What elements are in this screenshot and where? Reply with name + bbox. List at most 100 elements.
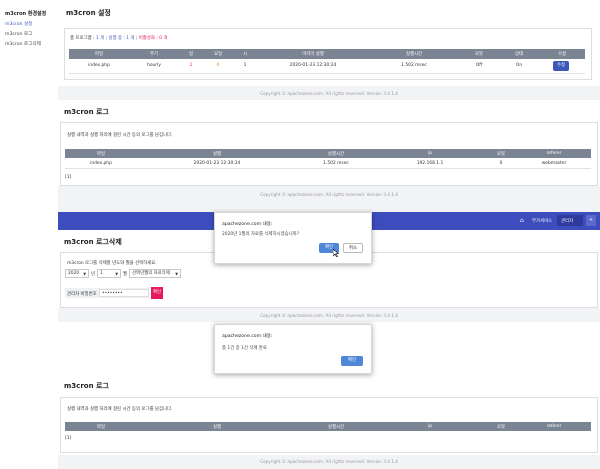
pagination[interactable]: [1] xyxy=(65,175,71,180)
footer-text: Copyright © apachezone.com. All rights r… xyxy=(260,459,398,464)
row-exec-time: 1.502 msec xyxy=(401,63,427,68)
year-select[interactable]: 2020 ▼ xyxy=(65,269,89,278)
log2-col-ip: ip xyxy=(427,424,432,429)
footer-band-4: Copyright © apachezone.com. All rights r… xyxy=(58,455,600,469)
log-table-header: 파일 실행 실행시간 ip 로봇 referer xyxy=(65,149,591,158)
settings-panel: m3cron 설정 총 프로그램 : 1 개 | 실행 중 : 1 개 | 비활… xyxy=(58,0,598,86)
month-select[interactable]: 1 ▼ xyxy=(97,269,121,278)
log-row-robot: 0 xyxy=(499,161,503,166)
footer-text: Copyright © apachezone.com. All rights r… xyxy=(260,192,398,197)
col-edit: 수정 xyxy=(557,52,567,57)
log2-col-robot: 로봇 xyxy=(496,425,506,430)
col-last-run: 마지막 실행 xyxy=(302,52,324,57)
nav-admin-box[interactable]: 관리자 xyxy=(557,215,583,226)
table-row: index.php 2020-01-23 12:30:24 1.502 msec… xyxy=(65,158,591,169)
log-row-referer: webmaster xyxy=(541,161,567,166)
sidebar: m3cron 환경설정 m3cron 설정 m3cron 로그 m3cron 로… xyxy=(0,0,56,469)
chevron-down-icon: ▼ xyxy=(83,272,86,276)
log-panel: m3cron 로그 실행 내역과 실행 처리에 걸린 시간 등의 로그를 남깁니… xyxy=(58,100,598,186)
summary-total: 1 개 xyxy=(95,36,105,41)
log-col-referer: referer xyxy=(546,151,562,156)
nav-link-admin[interactable]: 관리자 xyxy=(561,218,573,224)
month-value: 1 xyxy=(100,271,103,276)
col-weekday: 요일 xyxy=(213,52,223,57)
col-day: 일 xyxy=(188,52,194,57)
log-table-header-2: 파일 실행 실행시간 ip 로봇 referer xyxy=(65,422,591,431)
chevron-down-icon: ▼ xyxy=(115,272,118,276)
log-desc-2: 실행 내역과 실행 처리에 걸린 시간 등의 로그를 남깁니다. xyxy=(67,407,173,412)
confirm-dialog: apachezone.com 내용: 2020년 1월의 자료를 삭제하시겠습니… xyxy=(214,212,372,264)
settings-box: 총 프로그램 : 1 개 | 실행 중 : 1 개 | 비활성화 : 0 개 파… xyxy=(64,28,592,80)
log-col-file: 파일 xyxy=(96,152,106,157)
row-last-run: 2020-01-23 12:30:24 xyxy=(289,63,337,68)
sidebar-item-settings[interactable]: m3cron 설정 xyxy=(5,21,32,27)
log2-col-file: 파일 xyxy=(96,425,106,430)
log-row-run: 2020-01-23 12:30:24 xyxy=(193,161,241,166)
settings-table-header: 파일 주기 일 요일 시 마지막 실행 실행시간 로봇 상태 수정 xyxy=(69,49,585,59)
password-row: 관리자 비밀번호 •••••••• xyxy=(65,288,149,298)
result-dialog: apachezone.com 내용: 총 1건 중 1건 삭제 완료 확인 xyxy=(214,324,372,374)
log-delete-title: m3cron 로그삭제 xyxy=(64,238,122,246)
col-file: 파일 xyxy=(94,52,104,57)
nav-link-addon[interactable]: 부가서비스 xyxy=(532,218,552,224)
row-cycle: hourly xyxy=(147,63,161,68)
col-robot: 로봇 xyxy=(474,52,484,57)
pagination-2[interactable]: [1] xyxy=(65,436,71,441)
password-label: 관리자 비밀번호 xyxy=(67,292,97,297)
confirm-button[interactable]: 확인 xyxy=(151,287,163,299)
row-robot: Off xyxy=(475,63,483,68)
log-box: 실행 내역과 실행 처리에 걸린 시간 등의 로그를 남깁니다. 파일 실행 실… xyxy=(60,122,598,186)
edit-button[interactable]: 수정 xyxy=(553,61,569,71)
row-state: On xyxy=(515,63,523,68)
row-hour: 1 xyxy=(243,63,247,68)
summary-prefix: 총 프로그램 : xyxy=(70,36,95,41)
col-cycle: 주기 xyxy=(149,52,159,57)
footer-band-1: Copyright © apachezone.com. All rights r… xyxy=(58,86,600,100)
home-icon[interactable]: ⌂ xyxy=(520,217,524,224)
footer-band-2: Copyright © apachezone.com. All rights r… xyxy=(58,186,600,212)
row-day: 1 xyxy=(189,63,193,68)
password-field[interactable]: •••••••• xyxy=(99,289,149,297)
log-col-run: 실행 xyxy=(212,152,222,157)
year-value: 2020 xyxy=(68,271,80,276)
log-col-ip: ip xyxy=(427,151,432,156)
mouse-cursor-icon xyxy=(333,249,339,257)
delete-mode-select[interactable]: 선택년월의 자료삭제 ▼ xyxy=(129,269,181,278)
year-suffix: 년 xyxy=(91,272,96,277)
month-suffix: 월 xyxy=(123,272,128,277)
row-weekday: 0 xyxy=(216,63,220,68)
log-panel-2: m3cron 로그 실행 내역과 실행 처리에 걸린 시간 등의 로그를 남깁니… xyxy=(58,375,598,455)
sidebar-title: m3cron 환경설정 xyxy=(5,11,47,17)
col-hour: 시 xyxy=(242,52,248,57)
footer-band-3: Copyright © apachezone.com. All rights r… xyxy=(58,308,600,322)
dialog-title: apachezone.com 내용: xyxy=(222,222,273,227)
col-exec-time: 실행시간 xyxy=(405,52,423,57)
log-row-ip: 192.168.1.1 xyxy=(416,161,444,166)
program-summary: 총 프로그램 : 1 개 | 실행 중 : 1 개 | 비활성화 : 0 개 xyxy=(70,36,168,41)
log-title: m3cron 로그 xyxy=(64,108,109,116)
row-file: index.php xyxy=(88,63,110,68)
log-box-2: 실행 내역과 실행 처리에 걸린 시간 등의 로그를 남깁니다. 파일 실행 실… xyxy=(60,397,598,453)
summary-running: 실행 중 : 1 개 xyxy=(108,36,135,41)
sidebar-item-log-delete[interactable]: m3cron 로그삭제 xyxy=(5,41,41,47)
log-col-exec-time: 실행시간 xyxy=(327,152,345,157)
log-title-2: m3cron 로그 xyxy=(64,382,109,390)
col-state: 상태 xyxy=(514,52,524,57)
log-row-exec-time: 1.502 msec xyxy=(323,161,349,166)
footer-text: Copyright © apachezone.com. All rights r… xyxy=(260,91,398,96)
chevron-down-icon: ▼ xyxy=(175,272,178,276)
footer-text: Copyright © apachezone.com. All rights r… xyxy=(260,313,398,318)
sidebar-item-log[interactable]: m3cron 로그 xyxy=(5,31,32,37)
dialog-message: 총 1건 중 1건 삭제 완료 xyxy=(222,346,267,351)
dialog-ok-button[interactable]: 확인 xyxy=(341,356,363,366)
log2-col-referer: referer xyxy=(546,424,562,429)
table-row: index.php hourly 1 0 1 2020-01-23 12:30:… xyxy=(69,59,585,74)
log-row-file: index.php xyxy=(90,161,112,166)
delete-mode-value: 선택년월의 자료삭제 xyxy=(132,271,170,276)
log2-col-run: 실행 xyxy=(212,425,222,430)
dialog-title: apachezone.com 내용: xyxy=(222,334,273,339)
dialog-cancel-button[interactable]: 취소 xyxy=(343,243,363,253)
log-delete-desc: m3cron 로그를 삭제할 년도와 월을 선택하세요. xyxy=(67,261,157,266)
log2-col-exec-time: 실행시간 xyxy=(327,425,345,430)
plus-button[interactable]: + xyxy=(586,215,596,226)
